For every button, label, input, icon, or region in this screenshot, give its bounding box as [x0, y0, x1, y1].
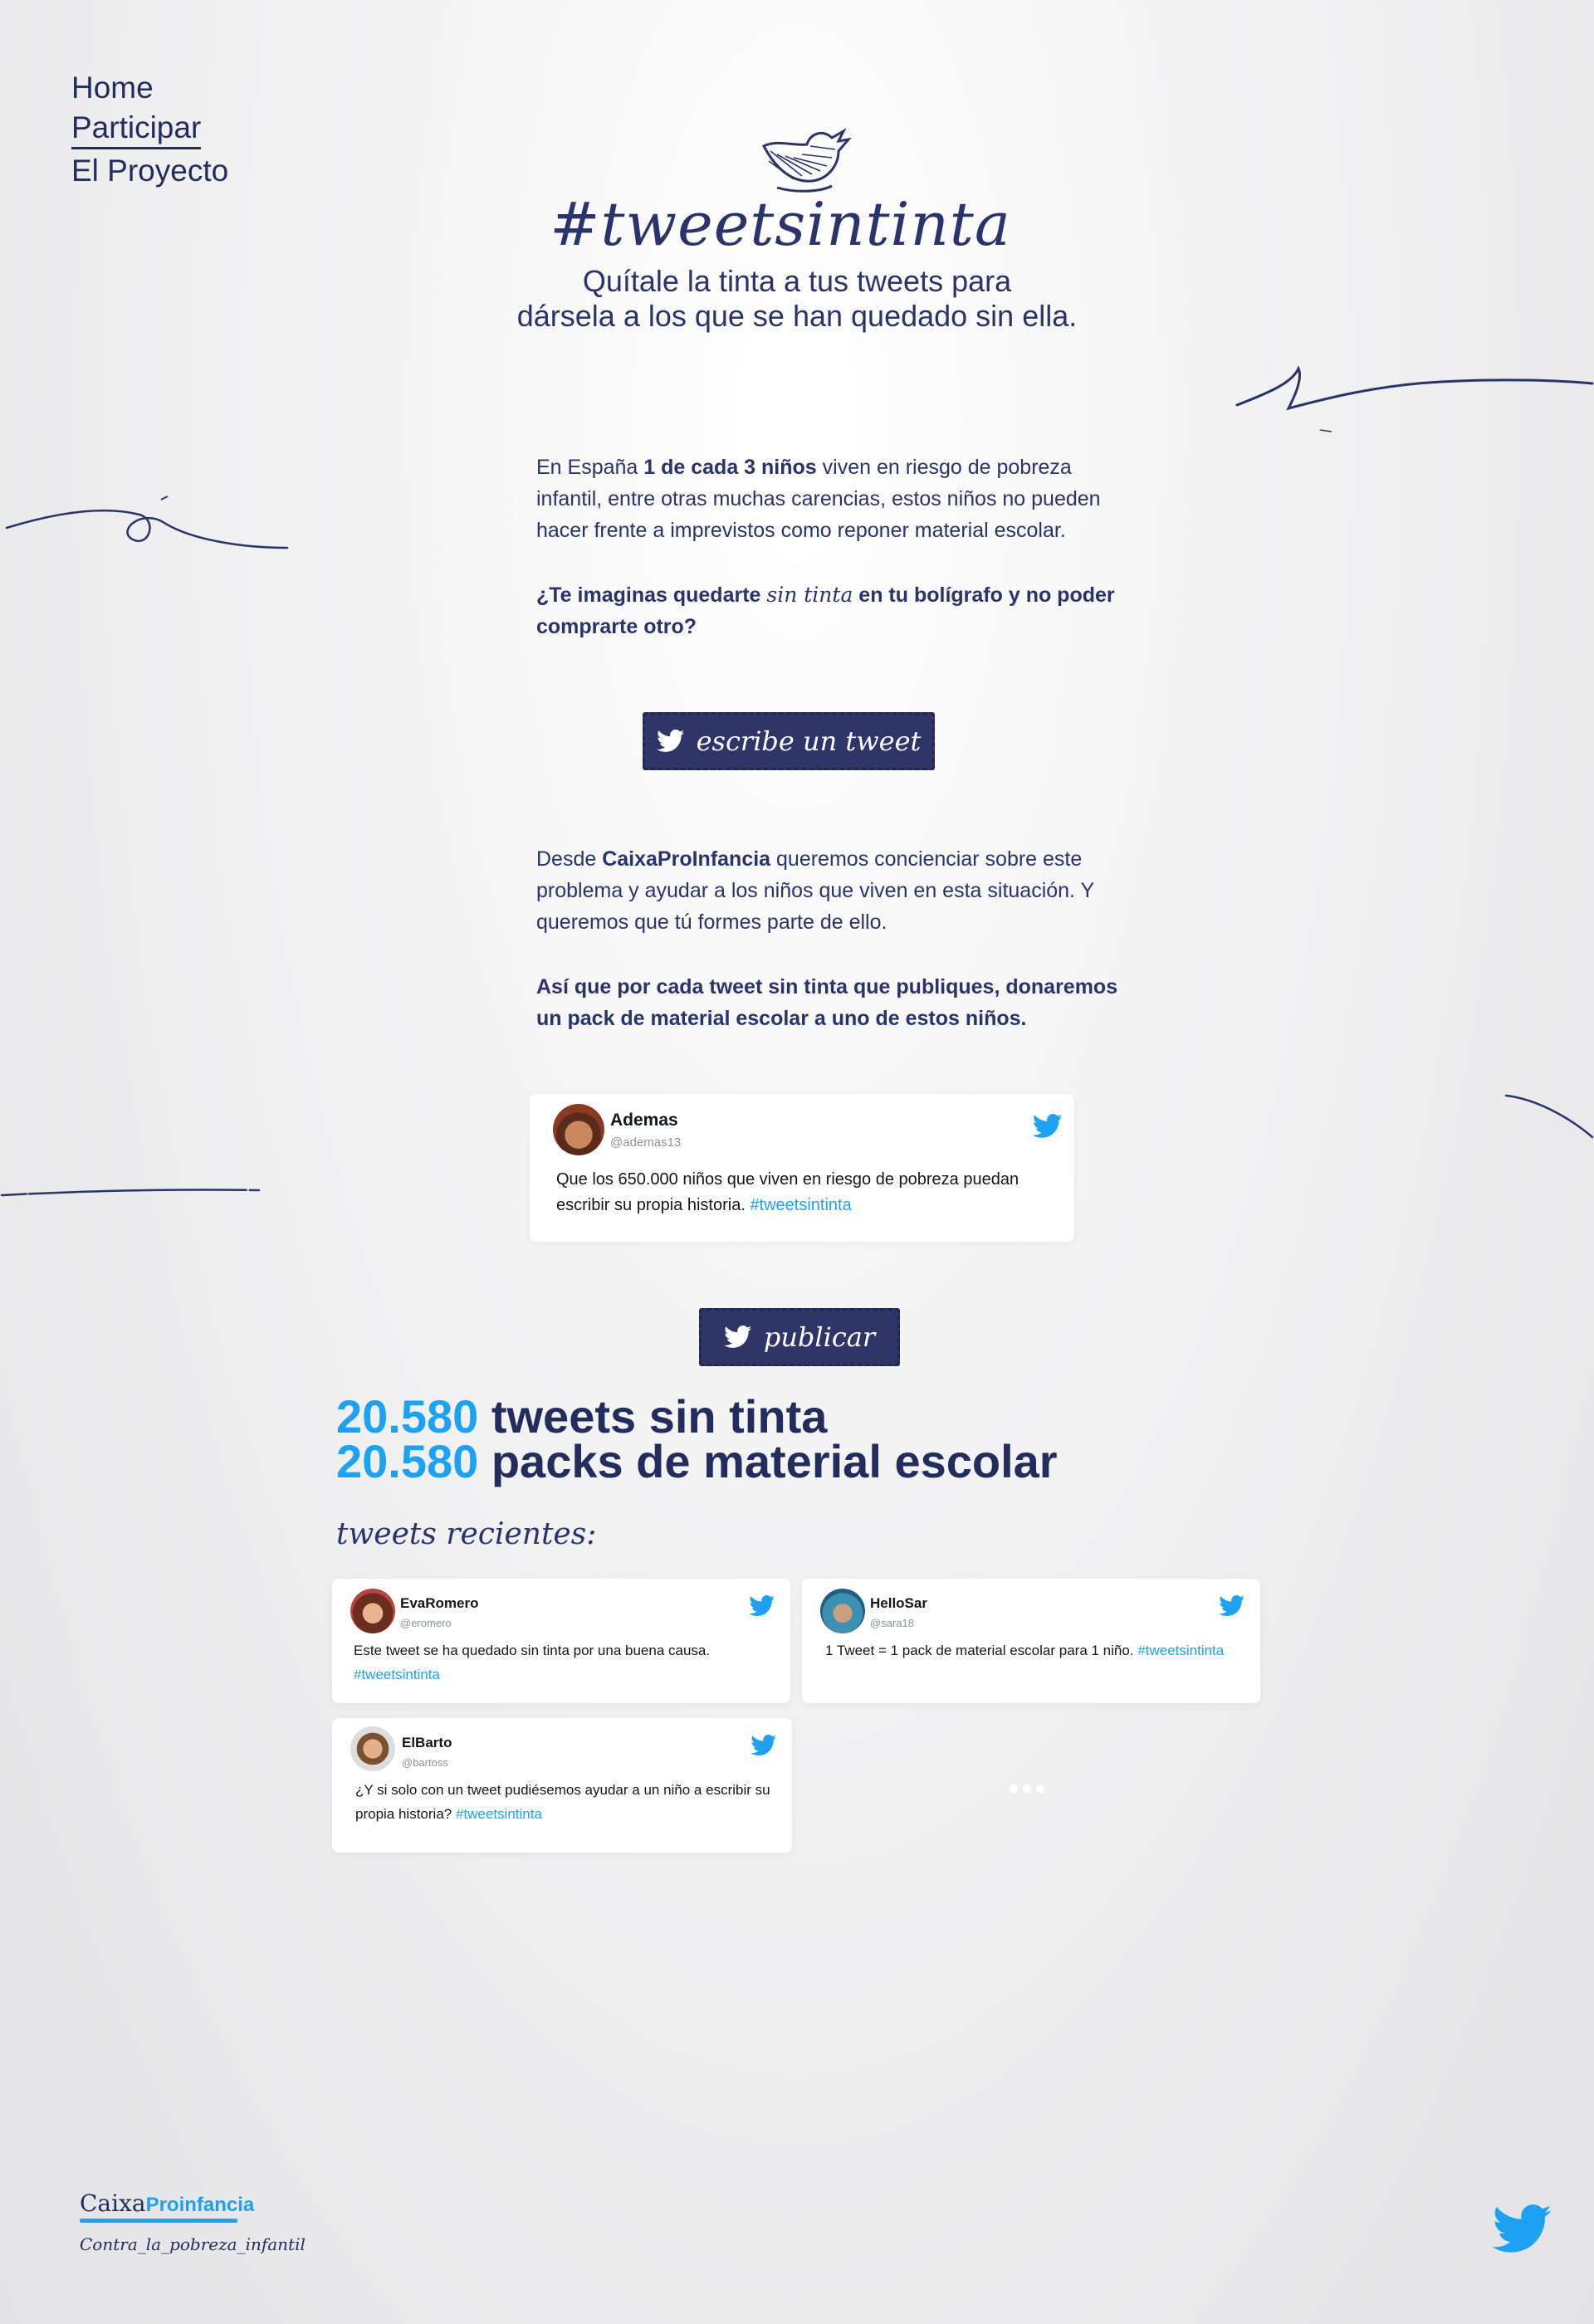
nav-el-proyecto-link[interactable]: El Proyecto [71, 149, 228, 192]
tweet-author-handle: @ademas13 [610, 1135, 682, 1150]
tweet-hashtag[interactable]: #tweetsintinta [456, 1806, 542, 1822]
twitter-bird-icon [1033, 1114, 1063, 1138]
ink-scribble-right-curve [1504, 1094, 1594, 1139]
question-script: sin tinta [766, 583, 853, 607]
intro-question: ¿Te imaginas quedarte sin tinta en tu bo… [536, 579, 1134, 642]
avatar [553, 1104, 604, 1155]
tagline-line-2: dársela a los que se han quedado sin ell… [516, 299, 1078, 333]
tweet-body: Este tweet se ha quedado sin tinta por u… [354, 1643, 711, 1658]
twitter-bird-icon [656, 730, 684, 752]
more-dots-icon[interactable] [1010, 1784, 1044, 1793]
tweets-stat: 20.580 tweets sin tinta [336, 1394, 1058, 1440]
packs-count: 20.580 [336, 1435, 479, 1487]
tweet-author-handle: @eromero [400, 1617, 452, 1629]
twitter-bird-icon[interactable] [1493, 2204, 1552, 2254]
main-nav: Home Participar El Proyecto [71, 66, 228, 192]
intro-text-pre: En España [536, 456, 644, 479]
tweet-hashtag[interactable]: #tweetsintinta [750, 1196, 851, 1214]
publish-button[interactable]: publicar [699, 1308, 900, 1366]
mission-text-pre: Desde [536, 847, 603, 871]
question-pre: ¿Te imaginas quedarte [536, 583, 767, 607]
nav-home-link[interactable]: Home [71, 66, 228, 109]
logo-underline [80, 2219, 237, 2223]
logo-brand-pre: Caixa [80, 2190, 146, 2217]
tagline: Quítale la tinta a tus tweets para dárse… [465, 264, 1129, 334]
caixa-proinfancia-logo[interactable]: CaixaProinfancia Contra_la_pobreza_infan… [80, 2190, 306, 2254]
mission-paragraph: Desde CaixaProInfancia queremos concienc… [536, 843, 1134, 938]
write-tweet-button[interactable]: escribe un tweet [643, 712, 935, 770]
hashtag-title: #tweetsintinta [550, 189, 1011, 259]
logo-slogan: Contra_la_pobreza_infantil [80, 2234, 306, 2254]
pledge-paragraph: Así que por cada tweet sin tinta que pub… [536, 975, 1118, 1030]
recent-tweet-card: HelloSar @sara18 1 Tweet = 1 pack de mat… [802, 1579, 1260, 1703]
logo-brand-post: Proinfancia [145, 2194, 255, 2216]
intro-paragraph: En España 1 de cada 3 niños viven en rie… [536, 452, 1134, 546]
packs-stat: 20.580 packs de material escolar [336, 1438, 1058, 1485]
tagline-line-1: Quítale la tinta a tus tweets para [582, 264, 1012, 298]
avatar [350, 1589, 395, 1633]
recent-tweets-heading: tweets recientes: [336, 1517, 597, 1551]
tweet-text: ¿Y si solo con un tweet pudiésemos ayuda… [355, 1778, 770, 1826]
tweet-preview-card: Ademas @ademas13 Que los 650.000 niños q… [530, 1094, 1074, 1242]
tweet-author-name: EvaRomero [400, 1595, 479, 1611]
avatar [350, 1726, 395, 1771]
tweet-text: Este tweet se ha quedado sin tinta por u… [354, 1638, 769, 1687]
tweet-author-name: HelloSar [870, 1595, 927, 1611]
tweet-body: 1 Tweet = 1 pack de material escolar par… [825, 1643, 1138, 1658]
publish-label: publicar [763, 1321, 876, 1353]
ink-scribble-left-line [0, 1189, 261, 1197]
twitter-bird-icon [723, 1326, 752, 1348]
twitter-bird-icon [749, 1595, 775, 1616]
recent-tweet-card: ElBarto @bartoss ¿Y si solo con un tweet… [332, 1718, 792, 1853]
intro-text-bold: 1 de cada 3 niños [643, 456, 817, 479]
tweet-text: Que los 650.000 niños que viven en riesg… [556, 1167, 1054, 1218]
stats-counter: 20.580 tweets sin tinta 20.580 packs de … [336, 1394, 1058, 1485]
twitter-bird-icon [751, 1735, 777, 1755]
packs-stat-label: packs de material escolar [478, 1435, 1058, 1487]
tweet-body: ¿Y si solo con un tweet pudiésemos ayuda… [355, 1782, 770, 1822]
ink-scribble-right [1235, 365, 1594, 432]
recent-tweet-card: EvaRomero @eromero Este tweet se ha qued… [332, 1579, 790, 1703]
mission-brand: CaixaProInfancia [602, 847, 771, 871]
tweet-text: 1 Tweet = 1 pack de material escolar par… [825, 1638, 1240, 1662]
tweet-author-name: ElBarto [402, 1735, 452, 1750]
tweet-author-handle: @sara18 [870, 1617, 914, 1629]
ink-scribble-left-loop [5, 496, 289, 549]
twitter-bird-icon [1219, 1595, 1245, 1616]
tweet-author-name: Ademas [610, 1111, 678, 1130]
nav-participar-link[interactable]: Participar [71, 109, 202, 149]
tweet-author-handle: @bartoss [402, 1756, 448, 1769]
avatar [820, 1589, 865, 1633]
tweet-hashtag[interactable]: #tweetsintinta [354, 1667, 440, 1682]
write-tweet-label: escribe un tweet [696, 725, 922, 757]
tweet-hashtag[interactable]: #tweetsintinta [1137, 1643, 1224, 1658]
logo-brand: CaixaProinfancia [80, 2190, 306, 2217]
